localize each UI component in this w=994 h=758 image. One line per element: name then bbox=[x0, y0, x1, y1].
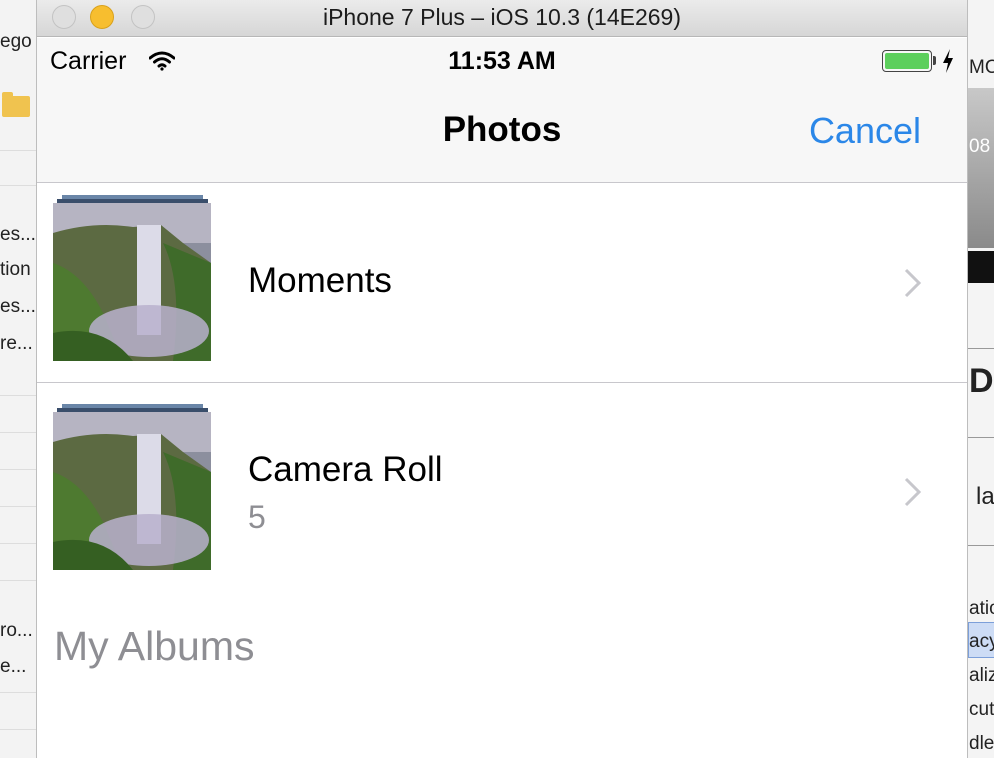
background-text: es... bbox=[0, 224, 36, 245]
background-window-right: MO 08 D la atio acy aliz cut dle bbox=[967, 0, 994, 758]
album-thumbnail bbox=[53, 195, 213, 361]
background-text: re... bbox=[0, 333, 33, 354]
background-text: MO bbox=[969, 57, 994, 78]
album-row-camera-roll[interactable]: Camera Roll 5 bbox=[37, 383, 967, 583]
simulator-window: iPhone 7 Plus – iOS 10.3 (14E269) Carrie… bbox=[37, 0, 967, 758]
background-text: tion bbox=[0, 259, 31, 280]
background-text: aliz bbox=[969, 665, 994, 686]
status-bar: Carrier 11:53 AM bbox=[37, 38, 967, 83]
waterfall-photo bbox=[53, 203, 211, 361]
album-title: Moments bbox=[248, 261, 392, 300]
album-row-moments[interactable]: Moments bbox=[37, 183, 967, 383]
background-text: acy bbox=[969, 631, 994, 652]
album-title: Camera Roll bbox=[248, 450, 443, 489]
background-text: la bbox=[976, 483, 994, 510]
background-text: D bbox=[969, 362, 994, 400]
status-time: 11:53 AM bbox=[448, 47, 556, 75]
battery-icon bbox=[882, 50, 932, 72]
background-text: 08 bbox=[969, 136, 991, 157]
waterfall-photo bbox=[53, 412, 211, 570]
section-header-my-albums: My Albums bbox=[54, 623, 255, 669]
background-text: e... bbox=[0, 656, 27, 677]
background-text: atio bbox=[969, 598, 994, 619]
chevron-right-icon bbox=[904, 477, 922, 507]
background-window-left: ego es... tion es... re... ro... e... bbox=[0, 0, 37, 758]
navigation-bar: Photos Cancel bbox=[37, 83, 967, 183]
background-text: ego bbox=[0, 31, 32, 52]
window-title: iPhone 7 Plus – iOS 10.3 (14E269) bbox=[322, 4, 681, 30]
album-thumbnail bbox=[53, 404, 213, 570]
chevron-right-icon bbox=[904, 268, 922, 298]
charging-bolt-icon bbox=[943, 49, 953, 73]
background-text: dle bbox=[969, 733, 994, 754]
cancel-button[interactable]: Cancel bbox=[809, 110, 921, 152]
background-text: cut bbox=[969, 699, 994, 720]
window-titlebar[interactable]: iPhone 7 Plus – iOS 10.3 (14E269) bbox=[37, 0, 967, 37]
background-text: es... bbox=[0, 296, 36, 317]
folder-icon bbox=[2, 92, 30, 117]
album-count: 5 bbox=[248, 499, 266, 535]
background-text: ro... bbox=[0, 620, 33, 641]
